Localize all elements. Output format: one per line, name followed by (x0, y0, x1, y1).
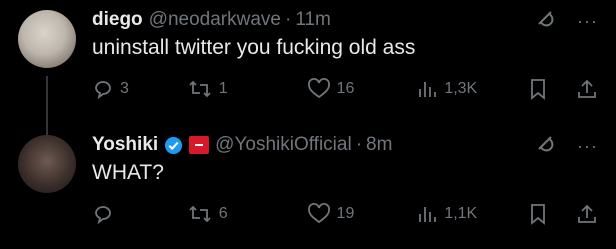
retweet-icon (187, 203, 213, 225)
separator-dot: · (284, 9, 292, 30)
like-count: 16 (336, 80, 355, 97)
like-button[interactable]: 16 (307, 78, 417, 100)
avatar[interactable] (18, 135, 76, 193)
author-handle[interactable]: @YoshikiOfficial (215, 134, 352, 156)
views-icon (416, 78, 438, 100)
author-name[interactable]: diego (92, 9, 143, 31)
grok-icon[interactable] (535, 133, 555, 158)
tweet-text: WHAT? (92, 161, 164, 184)
tweet-top-right-icons: ··· (535, 8, 598, 33)
timestamp[interactable]: 11m (295, 9, 331, 31)
tweet-text: uninstall twitter you fucking old ass (92, 36, 416, 59)
retweet-button[interactable]: 6 (187, 203, 307, 225)
bookmark-icon (528, 203, 548, 225)
bookmark-button[interactable] (528, 78, 576, 100)
like-count: 19 (336, 205, 355, 222)
views-icon (416, 203, 438, 225)
like-button[interactable]: 19 (307, 203, 417, 225)
retweet-button[interactable]: 1 (187, 78, 307, 100)
share-button[interactable] (576, 203, 598, 225)
author-name[interactable]: Yoshiki (92, 134, 158, 156)
retweet-count: 6 (218, 205, 228, 222)
more-icon[interactable]: ··· (577, 12, 598, 30)
tweet-header: Yoshiki @YoshikiOfficial · 8m (92, 133, 596, 157)
tweet-actions: 3 1 16 1,3K (92, 78, 598, 100)
timestamp[interactable]: 8m (366, 134, 392, 156)
share-button[interactable] (576, 78, 598, 100)
bookmark-button[interactable] (528, 203, 576, 225)
reply-button[interactable] (92, 203, 187, 225)
views-button[interactable]: 1,3K (416, 78, 528, 100)
grok-icon[interactable] (535, 8, 555, 33)
author-handle[interactable]: @neodarkwave (149, 9, 281, 31)
retweet-count: 1 (218, 80, 228, 97)
reply-count: 3 (120, 80, 129, 97)
bookmark-icon (528, 78, 548, 100)
reply-button[interactable]: 3 (92, 78, 187, 100)
verified-badge-icon[interactable] (164, 136, 183, 155)
separator-dot: · (355, 134, 363, 155)
retweet-icon (187, 78, 213, 100)
reply-icon (92, 78, 114, 100)
views-count: 1,3K (444, 80, 478, 97)
tweet-header: diego @neodarkwave · 11m (92, 8, 596, 32)
share-icon (576, 203, 598, 225)
reply-icon (92, 203, 114, 225)
tweet-reply-yoshiki[interactable]: Yoshiki @YoshikiOfficial · 8m ··· WHAT? … (0, 125, 616, 249)
share-icon (576, 78, 598, 100)
views-count: 1,1K (444, 205, 478, 222)
views-button[interactable]: 1,1K (416, 203, 528, 225)
like-icon (307, 203, 331, 225)
affiliate-badge-icon[interactable] (189, 136, 210, 154)
like-icon (307, 78, 331, 100)
more-icon[interactable]: ··· (577, 137, 598, 155)
tweet-top-right-icons: ··· (535, 133, 598, 158)
tweet-reply-diego[interactable]: diego @neodarkwave · 11m ··· uninstall t… (0, 0, 616, 136)
tweet-actions: 6 19 1,1K (92, 203, 598, 225)
avatar[interactable] (18, 10, 76, 68)
